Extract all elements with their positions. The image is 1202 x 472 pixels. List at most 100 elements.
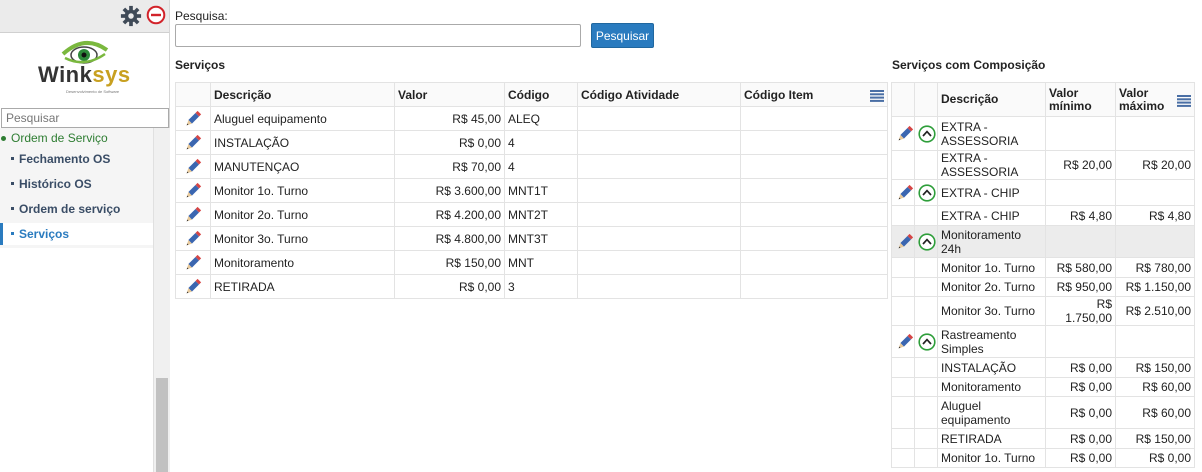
bullet-icon [1, 135, 6, 141]
column-header-descricao[interactable]: Descrição [210, 82, 395, 107]
pencil-icon[interactable] [895, 124, 915, 144]
cell-codigo-atividade [577, 130, 741, 155]
empty-cell [914, 150, 938, 180]
pencil-icon[interactable] [183, 205, 203, 225]
cell-descricao: EXTRA - CHIP [937, 205, 1046, 226]
column-menu-icon[interactable] [1177, 94, 1191, 107]
table-row[interactable]: Aluguel equipamento R$ 45,00 ALEQ [175, 106, 888, 131]
search-button[interactable]: Pesquisar [591, 23, 654, 48]
logo-wordmark: Winksys [38, 62, 131, 87]
column-header-codigo-item[interactable]: Código Item [740, 82, 888, 107]
servicos-table: Descrição Valor Código Código Atividade … [175, 82, 888, 299]
scrollbar-thumb[interactable] [156, 378, 168, 472]
table-row[interactable]: MANUTENÇAO R$ 70,00 4 [175, 154, 888, 179]
cell-descricao: Monitor 1o. Turno [937, 257, 1046, 278]
cell-valor-maximo: R$ 2.510,00 [1115, 296, 1195, 326]
table-row[interactable]: EXTRA - ASSESSORIA R$ 20,00 R$ 20,00 [891, 150, 1195, 180]
menu-item-historico-os[interactable]: Histórico OS [0, 173, 153, 195]
empty-cell [891, 448, 915, 468]
table-row[interactable]: Monitor 2o. Turno R$ 4.200,00 MNT2T [175, 202, 888, 227]
collapse-up-icon[interactable] [918, 124, 936, 143]
pencil-icon[interactable] [895, 183, 915, 203]
group-row[interactable]: Monitoramento 24h [891, 225, 1195, 258]
table-row[interactable]: Aluguel equipamento R$ 0,00 R$ 60,00 [891, 396, 1195, 429]
table-row[interactable]: INSTALAÇÃO R$ 0,00 R$ 150,00 [891, 357, 1195, 378]
empty-cell [914, 448, 938, 468]
menu-item-label: Serviços [19, 227, 70, 241]
cell-valor: R$ 0,00 [394, 130, 505, 155]
cell-descricao: INSTALAÇÃO [937, 357, 1046, 378]
cell-valor: R$ 0,00 [394, 274, 505, 299]
sidebar-menu: Ordem de Serviço Fechamento OS Histórico… [0, 128, 153, 472]
column-header-valor[interactable]: Valor [394, 82, 505, 107]
column-header-descricao[interactable]: Descrição [937, 82, 1046, 117]
table-row[interactable]: Monitoramento R$ 0,00 R$ 60,00 [891, 377, 1195, 397]
cell-codigo-atividade [577, 274, 741, 299]
table-row[interactable]: Monitoramento R$ 150,00 MNT [175, 250, 888, 275]
cell-descricao: INSTALAÇÃO [210, 130, 395, 155]
group-row[interactable]: Rastreamento Simples [891, 325, 1195, 358]
column-header-valor-minimo[interactable]: Valor mínimo [1045, 82, 1116, 117]
pencil-icon[interactable] [895, 332, 915, 352]
table-row[interactable]: Monitor 1o. Turno R$ 0,00 R$ 0,00 [891, 448, 1195, 468]
edit-cell [891, 325, 915, 358]
pencil-icon[interactable] [183, 109, 203, 129]
column-header-codigo-atividade[interactable]: Código Atividade [577, 82, 741, 107]
table-row[interactable]: Monitor 1o. Turno R$ 580,00 R$ 780,00 [891, 257, 1195, 278]
sidebar-search-input[interactable] [1, 108, 169, 128]
pencil-icon[interactable] [183, 181, 203, 201]
group-row[interactable]: EXTRA - ASSESSORIA [891, 116, 1195, 151]
cell-codigo: MNT1T [504, 178, 578, 203]
cell-valor-maximo: R$ 150,00 [1115, 428, 1195, 449]
menu-item-fechamento-os[interactable]: Fechamento OS [0, 148, 153, 170]
pencil-icon[interactable] [895, 232, 915, 252]
cell-descricao: Monitor 2o. Turno [210, 202, 395, 227]
group-row[interactable]: EXTRA - CHIP [891, 179, 1195, 206]
cell-codigo: ALEQ [504, 106, 578, 131]
cell-descricao: Aluguel equipamento [210, 106, 395, 131]
close-circle-icon[interactable] [146, 5, 166, 25]
sidebar-scrollbar[interactable] [153, 128, 170, 472]
cell-descricao: MANUTENÇAO [210, 154, 395, 179]
cell-valor-minimo: R$ 580,00 [1045, 257, 1116, 278]
menu-item-ordem-de-servico-list[interactable]: Ordem de serviço [0, 198, 153, 220]
menu-item-servicos[interactable]: Serviços [0, 223, 153, 245]
cell-valor: R$ 70,00 [394, 154, 505, 179]
collapse-up-icon[interactable] [918, 183, 936, 202]
cell-valor-minimo [1045, 325, 1116, 358]
pencil-icon[interactable] [183, 157, 203, 177]
empty-cell [891, 428, 915, 449]
collapse-up-icon[interactable] [918, 332, 936, 351]
table-row[interactable]: INSTALAÇÃO R$ 0,00 4 [175, 130, 888, 155]
cell-descricao: RETIRADA [210, 274, 395, 299]
table-row[interactable]: Monitor 3o. Turno R$ 4.800,00 MNT3T [175, 226, 888, 251]
column-header-codigo[interactable]: Código [504, 82, 578, 107]
table-row[interactable]: Monitor 1o. Turno R$ 3.600,00 MNT1T [175, 178, 888, 203]
column-menu-icon[interactable] [870, 89, 884, 102]
column-header-valor-maximo[interactable]: Valor máximo [1115, 82, 1195, 117]
edit-cell [891, 179, 915, 206]
table-row[interactable]: Monitor 3o. Turno R$ 1.750,00 R$ 2.510,00 [891, 296, 1195, 326]
empty-cell [914, 396, 938, 429]
table-row[interactable]: RETIRADA R$ 0,00 R$ 150,00 [891, 428, 1195, 449]
cell-valor-minimo: R$ 4,80 [1045, 205, 1116, 226]
table-row[interactable]: RETIRADA R$ 0,00 3 [175, 274, 888, 299]
cell-valor-maximo [1115, 179, 1195, 206]
cell-valor: R$ 3.600,00 [394, 178, 505, 203]
pencil-icon[interactable] [183, 133, 203, 153]
table-row[interactable]: Monitor 2o. Turno R$ 950,00 R$ 1.150,00 [891, 277, 1195, 297]
pencil-icon[interactable] [183, 277, 203, 297]
table-row[interactable]: EXTRA - CHIP R$ 4,80 R$ 4,80 [891, 205, 1195, 226]
sidebar-toolbar [0, 0, 169, 33]
search-input[interactable] [175, 24, 581, 47]
cell-codigo-item [740, 130, 888, 155]
pencil-icon[interactable] [183, 253, 203, 273]
collapse-up-icon[interactable] [918, 232, 936, 251]
cell-descricao: Monitoramento 24h [937, 225, 1046, 258]
gear-icon[interactable] [120, 5, 142, 27]
pencil-icon[interactable] [183, 229, 203, 249]
cell-valor-maximo: R$ 0,00 [1115, 448, 1195, 468]
cell-descricao: Monitoramento [937, 377, 1046, 397]
cell-valor: R$ 4.800,00 [394, 226, 505, 251]
menu-item-ordem-de-servico[interactable]: Ordem de Serviço [0, 129, 108, 147]
